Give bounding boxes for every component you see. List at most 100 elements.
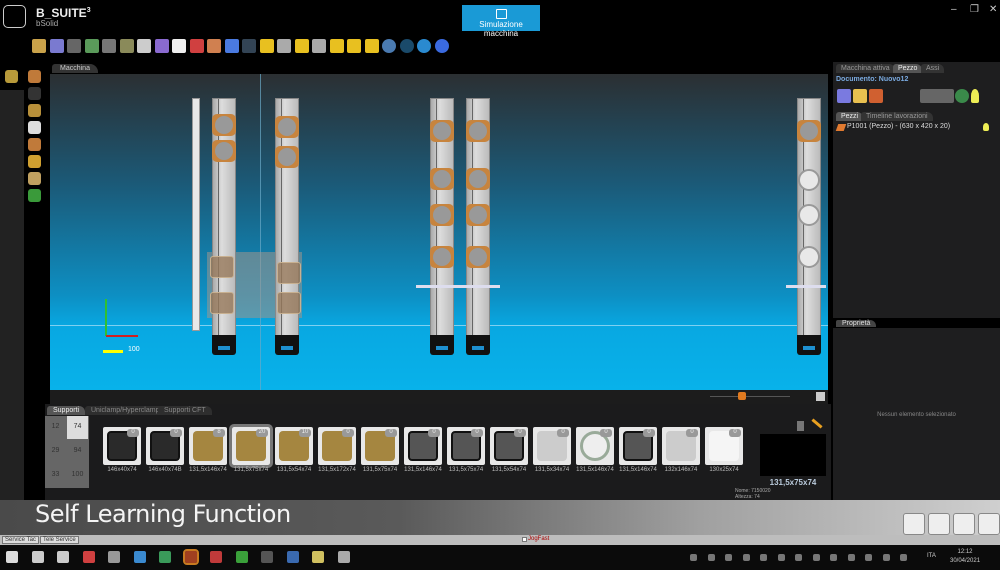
taskbar-app-1-icon[interactable] <box>31 551 44 563</box>
sphere-dark-icon[interactable] <box>399 39 414 53</box>
suction-cup[interactable] <box>430 204 454 226</box>
refresh-doc-icon[interactable] <box>84 39 99 53</box>
lightbulb-icon[interactable] <box>971 89 979 103</box>
tab-supporti-cft[interactable]: Supporti CFT <box>158 406 212 415</box>
piece-view-icon[interactable] <box>920 89 954 103</box>
tab-pezzi[interactable]: Pezzi <box>836 112 864 121</box>
view-iso-icon[interactable] <box>259 39 274 53</box>
support-thumbnail[interactable]: 0 <box>619 427 657 465</box>
save-icon[interactable] <box>837 89 851 103</box>
refresh-icon[interactable] <box>955 89 969 103</box>
folder-icon[interactable] <box>853 89 867 103</box>
taskbar-app-9-icon[interactable] <box>235 551 248 563</box>
tab-properties[interactable]: Proprietà <box>836 320 877 327</box>
grid-cell[interactable]: 12 <box>45 416 66 439</box>
tool-3-icon[interactable] <box>28 121 41 134</box>
piece-cup[interactable] <box>277 262 301 284</box>
taskbar-app-12-icon[interactable] <box>312 551 324 563</box>
piece-list-item[interactable]: P1001 (Pezzo) - (630 x 420 x 20) <box>847 123 950 130</box>
tray-12-icon[interactable] <box>900 554 907 561</box>
taskbar-app-13-icon[interactable] <box>337 551 350 563</box>
suction-cup[interactable] <box>430 246 454 268</box>
zoom-slider[interactable] <box>710 396 790 397</box>
clamp-tool-button[interactable] <box>928 513 950 535</box>
support-thumbnail[interactable]: 0 <box>146 427 184 465</box>
grid-cell[interactable]: 74 <box>67 416 88 439</box>
view-shaded-icon[interactable] <box>364 39 379 53</box>
grid-cell[interactable]: 94 <box>67 440 88 463</box>
tray-11-icon[interactable] <box>882 554 890 561</box>
axis-rotate-icon[interactable] <box>154 39 169 53</box>
taskbar-app-7-icon[interactable] <box>182 549 199 565</box>
tab-supporti[interactable]: Supporti <box>47 406 86 415</box>
tool-7-icon[interactable] <box>28 189 41 202</box>
taskbar-app-11-icon[interactable] <box>286 551 299 563</box>
view-right-icon[interactable] <box>312 39 326 53</box>
taskbar-app-4-icon[interactable] <box>108 551 120 563</box>
view-globe-icon[interactable] <box>382 39 396 53</box>
support-thumbnail[interactable]: 0 <box>533 427 571 465</box>
suction-cup[interactable] <box>797 120 821 142</box>
piece-tool-icon[interactable] <box>869 89 883 103</box>
suction-cup[interactable] <box>275 116 299 138</box>
language-indicator[interactable]: ITA <box>927 553 936 559</box>
save-icon[interactable] <box>49 39 64 53</box>
tray-3-icon[interactable] <box>742 554 750 561</box>
taskbar-app-0-icon[interactable] <box>6 551 18 563</box>
close-button[interactable]: ✕ <box>989 4 997 15</box>
view-top-icon[interactable] <box>329 39 344 53</box>
view-front-icon[interactable] <box>277 39 291 53</box>
support-thumbnail[interactable]: 0 <box>490 427 528 465</box>
taskbar-app-5-icon[interactable] <box>133 551 146 563</box>
support-thumbnail[interactable]: 0 <box>103 427 141 465</box>
support-thumbnail[interactable]: 10 <box>275 427 313 465</box>
minimize-button[interactable]: – <box>951 4 957 15</box>
support-thumbnail[interactable]: 0 <box>318 427 356 465</box>
piece-cup[interactable] <box>210 256 234 278</box>
pencil-icon[interactable] <box>811 418 823 429</box>
tool-2-icon[interactable] <box>28 104 41 117</box>
tray-7-icon[interactable] <box>812 554 820 561</box>
save-view-icon[interactable] <box>816 392 825 401</box>
support-thumbnail[interactable]: 0 <box>404 427 442 465</box>
help-icon[interactable] <box>434 39 449 53</box>
redo-icon[interactable] <box>242 39 256 53</box>
piece-cup[interactable] <box>277 292 301 314</box>
round-clamp[interactable] <box>798 246 820 268</box>
view-back-icon[interactable] <box>347 39 361 53</box>
tele-service-button[interactable]: Tele Service <box>40 536 79 544</box>
zoom-fit-icon[interactable] <box>189 39 204 53</box>
suction-cup[interactable] <box>466 246 490 268</box>
support-thumbnail[interactable]: 8 <box>189 427 227 465</box>
jogfast-checkbox[interactable] <box>522 537 527 542</box>
tab-uniclamp[interactable]: Uniclamp/Hyperclamp <box>85 406 166 415</box>
suction-cup[interactable] <box>466 204 490 226</box>
measure-tool-button[interactable] <box>978 513 1000 535</box>
orange-tool-icon[interactable] <box>738 392 746 400</box>
tab-macchina[interactable]: Macchina <box>52 64 98 73</box>
tool-0-icon[interactable] <box>28 70 41 83</box>
tray-0-icon[interactable] <box>690 554 697 561</box>
tool-4-icon[interactable] <box>28 138 41 151</box>
move-origin-icon[interactable] <box>137 39 151 53</box>
pan-hand-icon[interactable] <box>172 39 186 53</box>
taskbar-app-8-icon[interactable] <box>210 551 222 563</box>
taskbar-app-2-icon[interactable] <box>57 551 69 563</box>
tab-macchina-attiva[interactable]: Macchina attiva <box>836 64 895 73</box>
round-clamp[interactable] <box>798 204 820 226</box>
new-doc-icon[interactable] <box>67 39 81 53</box>
tray-2-icon[interactable] <box>725 554 732 561</box>
suction-cup[interactable] <box>212 140 236 162</box>
taskbar-app-10-icon[interactable] <box>261 551 273 563</box>
service-tac-button[interactable]: Service Tac <box>2 536 39 544</box>
tray-8-icon[interactable] <box>830 554 837 561</box>
support-thumbnail[interactable]: 20 <box>229 424 273 468</box>
grid-cell[interactable]: 33 <box>45 464 66 487</box>
grid-cell[interactable]: 100 <box>67 464 88 487</box>
simulation-button[interactable]: Simulazione macchina <box>462 5 540 38</box>
suction-cup[interactable] <box>466 168 490 190</box>
ring-tool-button[interactable] <box>903 513 925 535</box>
tool-5-icon[interactable] <box>28 155 41 168</box>
brush-icon[interactable] <box>797 421 804 431</box>
eraser-icon[interactable] <box>207 39 221 53</box>
